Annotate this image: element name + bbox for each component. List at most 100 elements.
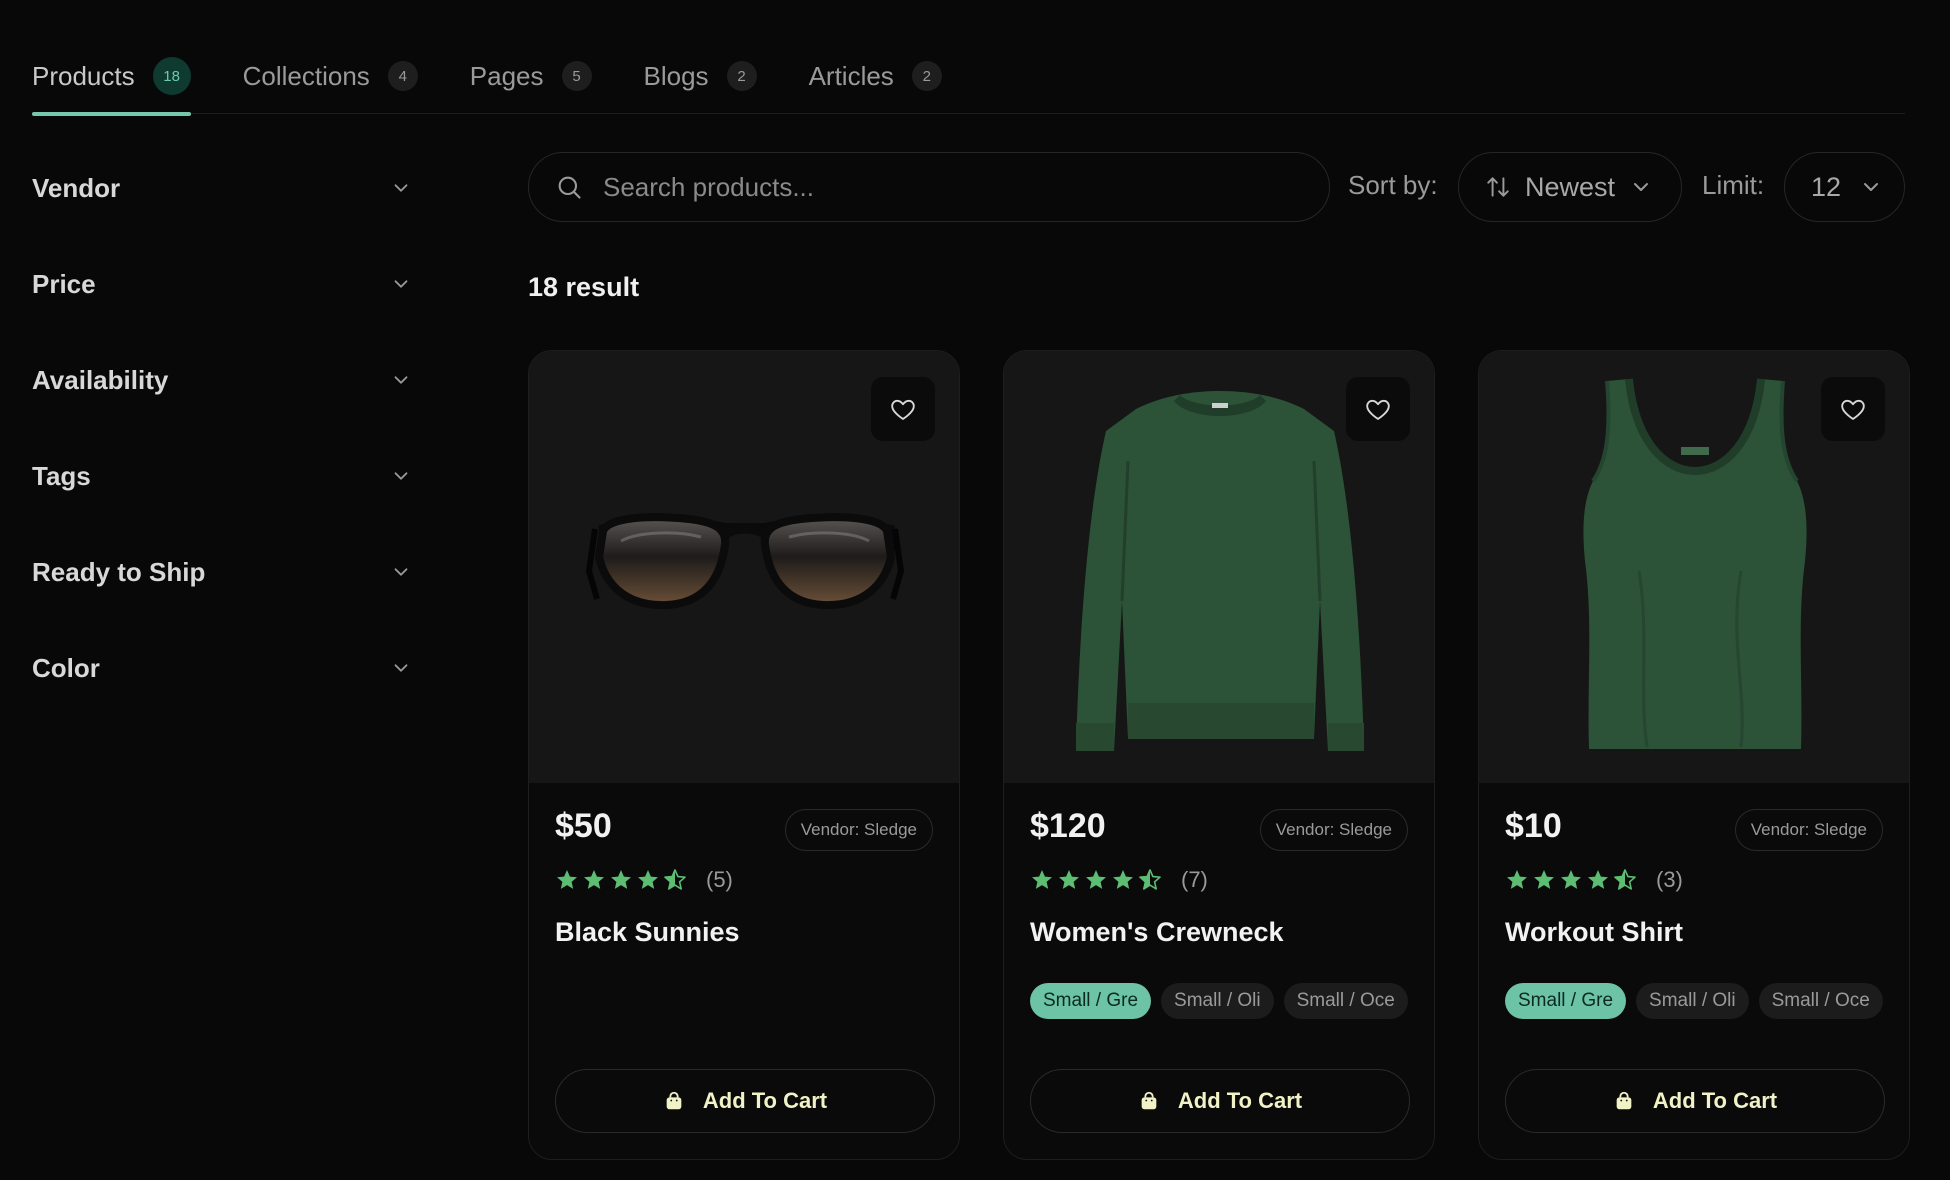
star-icon	[611, 870, 631, 889]
filter-color[interactable]: Color	[32, 620, 412, 716]
tab-bar: Products 18 Collections 4 Pages 5 Blogs …	[32, 38, 1905, 116]
half-star-icon	[1614, 869, 1636, 890]
vendor-badge: Vendor: Sledge	[1259, 809, 1408, 851]
filter-price[interactable]: Price	[32, 236, 412, 332]
star-icon	[1561, 870, 1581, 889]
star-rating: (3)	[1505, 867, 1683, 893]
heart-icon	[891, 399, 915, 420]
vendor-badge: Vendor: Sledge	[1734, 809, 1883, 851]
result-count: 18 result	[528, 272, 640, 302]
add-to-cart-label: Add To Cart	[1652, 1088, 1778, 1113]
half-star-icon	[664, 869, 686, 890]
variant-chip[interactable]: Small / Oli	[1161, 983, 1274, 1019]
favorite-button[interactable]	[871, 377, 935, 441]
shopping-bag-icon	[1141, 1091, 1157, 1110]
sort-dropdown[interactable]: Newest	[1458, 152, 1682, 222]
heart-icon	[1366, 399, 1390, 420]
variant-options: Small / Gre Small / Oli Small / Oce	[1030, 983, 1418, 1019]
chevron-down-icon	[394, 664, 408, 672]
add-to-cart-button[interactable]: Add To Cart	[1030, 1069, 1410, 1133]
product-price: $50	[555, 807, 612, 845]
product-card[interactable]: $120 Vendor: Sledge (7) Women's Crewneck…	[1003, 350, 1435, 1160]
filter-label: Tags	[32, 460, 91, 491]
review-count: (3)	[1656, 867, 1683, 892]
sort-value: Newest	[1525, 171, 1616, 202]
tab-products[interactable]: Products 18	[32, 38, 191, 116]
variant-options: Small / Gre Small / Oli Small / Oce	[1505, 983, 1893, 1019]
star-rating: (7)	[1030, 867, 1208, 893]
half-star-icon	[1139, 869, 1161, 890]
tab-label: Collections	[242, 60, 370, 91]
limit-label: Limit:	[1702, 170, 1765, 200]
product-name[interactable]: Workout Shirt	[1505, 917, 1683, 948]
product-image[interactable]	[1004, 351, 1434, 783]
sort-arrows-icon	[1487, 177, 1509, 197]
shopping-bag-icon	[1616, 1091, 1632, 1110]
chevron-down-icon	[394, 376, 408, 384]
review-count: (7)	[1181, 867, 1208, 892]
chevron-down-icon	[394, 568, 408, 576]
star-icon	[1507, 870, 1527, 889]
filter-sidebar: Vendor Price Availability Tags Ready to …	[32, 140, 412, 716]
filter-label: Availability	[32, 364, 169, 395]
tab-articles[interactable]: Articles 2	[809, 38, 942, 114]
star-icon	[1588, 870, 1608, 889]
chevron-down-icon	[394, 184, 408, 192]
tab-count-badge: 5	[561, 61, 592, 91]
tab-label: Blogs	[643, 60, 709, 91]
vendor-badge: Vendor: Sledge	[784, 809, 933, 851]
star-icon	[1032, 870, 1052, 889]
add-to-cart-button[interactable]: Add To Cart	[555, 1069, 935, 1133]
star-icon	[1534, 870, 1554, 889]
product-price: $10	[1505, 807, 1562, 845]
add-to-cart-button[interactable]: Add To Cart	[1505, 1069, 1885, 1133]
favorite-button[interactable]	[1821, 377, 1885, 441]
variant-chip[interactable]: Small / Gre	[1505, 983, 1627, 1019]
tab-blogs[interactable]: Blogs 2	[644, 38, 757, 114]
tab-label: Pages	[469, 60, 544, 91]
chevron-down-icon	[1864, 183, 1879, 191]
tab-count-badge: 18	[152, 57, 191, 95]
filter-label: Ready to Ship	[32, 556, 206, 587]
sort-label: Sort by:	[1348, 170, 1438, 200]
variant-chip[interactable]: Small / Oli	[1636, 983, 1749, 1019]
filter-label: Vendor	[32, 172, 121, 203]
tab-count-badge: 2	[726, 61, 757, 91]
review-count: (5)	[706, 867, 733, 892]
search-icon	[558, 176, 581, 199]
search-input[interactable]	[603, 171, 1303, 203]
variant-chip[interactable]: Small / Oce	[1758, 983, 1883, 1019]
add-to-cart-label: Add To Cart	[702, 1088, 828, 1113]
filter-ready-to-ship[interactable]: Ready to Ship	[32, 524, 412, 620]
tab-collections[interactable]: Collections 4	[243, 38, 418, 114]
variant-chip[interactable]: Small / Oce	[1283, 983, 1408, 1019]
tab-pages[interactable]: Pages 5	[470, 38, 592, 114]
favorite-button[interactable]	[1346, 377, 1410, 441]
filter-vendor[interactable]: Vendor	[32, 140, 412, 236]
filter-tags[interactable]: Tags	[32, 428, 412, 524]
tab-label: Products	[32, 60, 135, 91]
star-icon	[1059, 870, 1079, 889]
chevron-down-icon	[394, 280, 408, 288]
tab-label: Articles	[808, 60, 894, 91]
tab-count-badge: 2	[911, 61, 942, 91]
variant-chip[interactable]: Small / Gre	[1030, 983, 1152, 1019]
limit-dropdown[interactable]: 12	[1784, 152, 1905, 222]
product-price: $120	[1030, 807, 1106, 845]
search-box	[528, 152, 1330, 222]
star-icon	[638, 870, 658, 889]
add-to-cart-label: Add To Cart	[1177, 1088, 1303, 1113]
product-image[interactable]	[1479, 351, 1909, 783]
limit-value: 12	[1811, 171, 1842, 202]
star-icon	[1113, 870, 1133, 889]
product-card[interactable]: $10 Vendor: Sledge (3) Workout Shirt Sma…	[1478, 350, 1910, 1160]
chevron-down-icon	[1634, 183, 1649, 191]
product-card[interactable]: $50 Vendor: Sledge (5) Black Sunnies Add…	[528, 350, 960, 1160]
star-icon	[557, 870, 577, 889]
tab-count-badge: 4	[387, 61, 418, 91]
product-name[interactable]: Black Sunnies	[555, 917, 740, 948]
product-name[interactable]: Women's Crewneck	[1030, 917, 1284, 948]
product-image[interactable]	[529, 351, 959, 783]
filter-availability[interactable]: Availability	[32, 332, 412, 428]
star-rating: (5)	[555, 867, 733, 893]
